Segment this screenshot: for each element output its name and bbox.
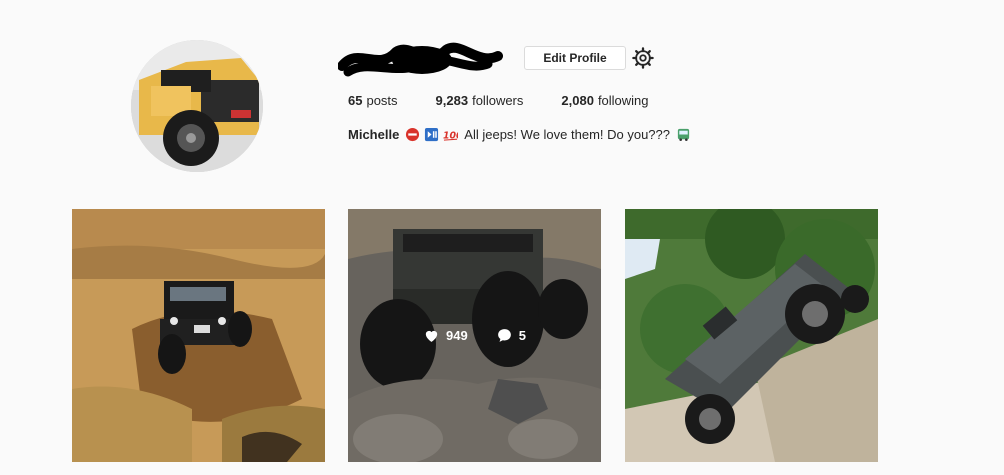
following-count-value: 2,080: [561, 93, 594, 108]
posts-count: 65 posts: [348, 93, 398, 108]
post-comments: 5: [496, 327, 526, 344]
hundred-emoji-icon: 100: [443, 127, 463, 142]
profile-avatar[interactable]: [131, 40, 263, 172]
username-redacted: [337, 38, 506, 82]
post-comments-count: 5: [518, 328, 526, 343]
post-2-hover-stats: 949 5: [423, 327, 554, 344]
post-likes: 949: [423, 327, 468, 344]
bio-text: All jeeps! We love them! Do you???: [464, 127, 670, 142]
play-pause-emoji-icon: [424, 127, 439, 142]
followers-count-value: 9,283: [435, 93, 469, 108]
gear-icon[interactable]: [632, 47, 654, 69]
bus-emoji-icon: [676, 127, 691, 142]
no-entry-emoji-icon: [405, 127, 420, 142]
post-thumbnail-3[interactable]: [625, 209, 878, 462]
profile-stats: 65 posts 9,283 followers 2,080 following: [348, 93, 687, 108]
post-thumbnail-1[interactable]: [72, 209, 325, 462]
following-count[interactable]: 2,080 following: [561, 93, 648, 108]
following-count-label: following: [597, 93, 649, 108]
posts-count-label: posts: [366, 93, 398, 108]
profile-name: Michelle: [348, 127, 400, 142]
followers-count[interactable]: 9,283 followers: [436, 93, 524, 108]
post-likes-count: 949: [446, 328, 468, 343]
heart-icon: [425, 330, 438, 342]
profile-bio: Michelle 100 All jeeps! We love them! Do…: [348, 127, 693, 142]
followers-count-label: followers: [472, 93, 524, 108]
posts-count-value: 65: [348, 93, 363, 108]
comment-icon: [497, 329, 511, 342]
edit-profile-button[interactable]: Edit Profile: [524, 46, 626, 70]
